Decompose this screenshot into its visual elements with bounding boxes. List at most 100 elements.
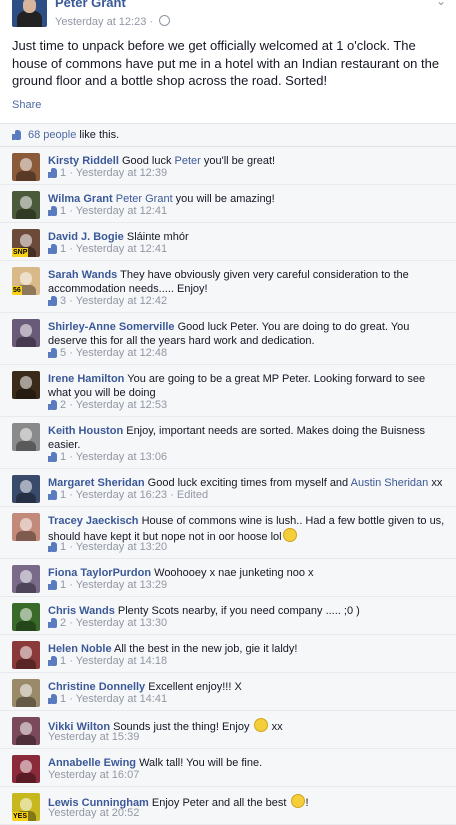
avatar-body — [16, 697, 36, 707]
like-thumb-icon[interactable] — [48, 206, 57, 216]
commenter-avatar[interactable] — [12, 153, 40, 181]
commenter-avatar[interactable] — [12, 371, 40, 399]
comment-like-count[interactable]: 2 · — [57, 617, 76, 629]
comment-like-count[interactable]: 1 · — [57, 693, 76, 705]
comment-like-count[interactable]: 1 · — [57, 451, 76, 463]
commenter-avatar[interactable] — [12, 191, 40, 219]
comment-like-count[interactable]: 1 · — [57, 167, 76, 179]
like-thumb-icon[interactable] — [48, 244, 57, 254]
like-thumb-icon[interactable] — [48, 618, 57, 628]
commenter-avatar[interactable] — [12, 319, 40, 347]
comment-timestamp[interactable]: Yesterday at 14:18 — [76, 655, 167, 667]
post-timestamp[interactable]: Yesterday at 12:23 — [55, 16, 146, 28]
commenter-avatar[interactable] — [12, 423, 40, 451]
commenter-name[interactable]: Wilma Grant — [48, 193, 113, 205]
like-thumb-icon[interactable] — [48, 656, 57, 666]
comment: YES Lewis Cunningham Enjoy Peter and all … — [0, 787, 456, 825]
comment-timestamp[interactable]: Yesterday at 12:39 — [76, 167, 167, 179]
comment-timestamp[interactable]: Yesterday at 13:30 — [76, 617, 167, 629]
comment-text: Tracey Jaeckisch House of commons wine i… — [48, 514, 448, 544]
comment-meta: 1 · Yesterday at 12:41 — [48, 243, 167, 256]
like-thumb-icon[interactable] — [48, 296, 57, 306]
comment-timestamp[interactable]: Yesterday at 12:42 — [76, 295, 167, 307]
comment: Vikki Wilton Sounds just the thing! Enjo… — [0, 711, 456, 749]
avatar-face — [20, 798, 32, 811]
commenter-avatar[interactable] — [12, 717, 40, 745]
comment-timestamp[interactable]: Yesterday at 15:39 — [48, 731, 139, 743]
share-link[interactable]: Share — [12, 99, 41, 111]
smiley-emoji-icon — [282, 528, 297, 542]
avatar-face — [20, 376, 32, 389]
likes-count-link[interactable]: 68 people — [28, 129, 76, 141]
comment-like-count[interactable]: 3 · — [57, 295, 76, 307]
commenter-avatar[interactable] — [12, 755, 40, 783]
comment-text: Wilma Grant Peter Grant you will be amaz… — [48, 192, 448, 206]
comment-timestamp[interactable]: Yesterday at 20:52 — [48, 807, 139, 819]
comment-like-count[interactable]: 1 · — [57, 205, 76, 217]
comment-like-count[interactable]: 1 · — [57, 579, 76, 591]
like-thumb-icon[interactable] — [48, 580, 57, 590]
comment-timestamp[interactable]: Yesterday at 13:20 — [76, 541, 167, 553]
comment-timestamp[interactable]: Yesterday at 12:53 — [76, 399, 167, 411]
commenter-name[interactable]: Chris Wands — [48, 605, 115, 617]
commenter-avatar[interactable]: SNP — [12, 229, 40, 257]
like-thumb-icon[interactable] — [48, 168, 57, 178]
comment-timestamp[interactable]: Yesterday at 16:23 · Edited — [76, 489, 208, 501]
commenter-avatar[interactable] — [12, 475, 40, 503]
commenter-name[interactable]: Helen Noble — [48, 643, 112, 655]
comment-body: Excellent enjoy!!! X — [145, 681, 242, 693]
comment-body: Woohooey x nae junketing noo x — [151, 567, 314, 579]
commenter-name[interactable]: Tracey Jaeckisch — [48, 515, 139, 527]
comment-timestamp[interactable]: Yesterday at 12:41 — [76, 205, 167, 217]
commenter-name[interactable]: Keith Houston — [48, 425, 123, 437]
mention-link[interactable]: Peter Grant — [116, 193, 173, 205]
comment-like-count[interactable]: 1 · — [57, 489, 76, 501]
commenter-avatar[interactable] — [12, 603, 40, 631]
public-globe-icon[interactable] — [159, 15, 171, 26]
comment-like-count[interactable]: 1 · — [57, 541, 76, 553]
like-thumb-icon[interactable] — [48, 348, 57, 358]
like-thumb-icon[interactable] — [48, 490, 57, 500]
like-thumb-icon[interactable] — [48, 542, 57, 552]
comment-timestamp[interactable]: Yesterday at 12:48 — [76, 347, 167, 359]
commenter-name[interactable]: Shirley-Anne Somerville — [48, 321, 175, 333]
commenter-name[interactable]: Irene Hamilton — [48, 373, 124, 385]
like-thumb-icon[interactable] — [48, 452, 57, 462]
comment-like-count[interactable]: 1 · — [57, 655, 76, 667]
comment-timestamp[interactable]: Yesterday at 14:41 — [76, 693, 167, 705]
commenter-name[interactable]: David J. Bogie — [48, 231, 124, 243]
comment-text: Shirley-Anne Somerville Good luck Peter.… — [48, 320, 448, 348]
commenter-name[interactable]: Kirsty Riddell — [48, 155, 119, 167]
comment-like-count[interactable]: 5 · — [57, 347, 76, 359]
comment-body: Sláinte mhór — [123, 231, 189, 243]
comment-timestamp[interactable]: Yesterday at 16:07 — [48, 769, 139, 781]
comments-list: Kirsty Riddell Good luck Peter you'll be… — [0, 147, 456, 825]
comment-like-count[interactable]: 2 · — [57, 399, 76, 411]
comment: Helen Noble All the best in the new job,… — [0, 635, 456, 673]
commenter-avatar[interactable] — [12, 641, 40, 669]
post-author-name[interactable]: Peter Grant — [55, 0, 126, 10]
comment-timestamp[interactable]: Yesterday at 13:06 — [76, 451, 167, 463]
avatar-face — [20, 428, 32, 441]
mention-link[interactable]: Austin Sheridan — [351, 477, 429, 489]
commenter-avatar[interactable] — [12, 565, 40, 593]
commenter-avatar[interactable] — [12, 679, 40, 707]
commenter-name[interactable]: Sarah Wands — [48, 269, 117, 281]
comment-timestamp[interactable]: Yesterday at 12:41 — [76, 243, 167, 255]
like-thumb-icon[interactable] — [48, 400, 57, 410]
commenter-avatar[interactable]: 56 — [12, 267, 40, 295]
commenter-avatar[interactable] — [12, 513, 40, 541]
commenter-name[interactable]: Fiona TaylorPurdon — [48, 567, 151, 579]
chevron-down-icon[interactable]: ⌄ — [436, 0, 446, 8]
post-author-avatar[interactable] — [12, 0, 47, 27]
comment-like-count[interactable]: 1 · — [57, 243, 76, 255]
commenter-name[interactable]: Margaret Sheridan — [48, 477, 145, 489]
avatar-face — [20, 324, 32, 337]
mention-link[interactable]: Peter — [175, 155, 201, 167]
like-thumb-icon[interactable] — [48, 694, 57, 704]
comment-text: David J. Bogie Sláinte mhór — [48, 230, 448, 244]
avatar-body — [16, 531, 36, 541]
commenter-name[interactable]: Annabelle Ewing — [48, 757, 136, 769]
commenter-name[interactable]: Christine Donnelly — [48, 681, 145, 693]
comment-timestamp[interactable]: Yesterday at 13:29 — [76, 579, 167, 591]
